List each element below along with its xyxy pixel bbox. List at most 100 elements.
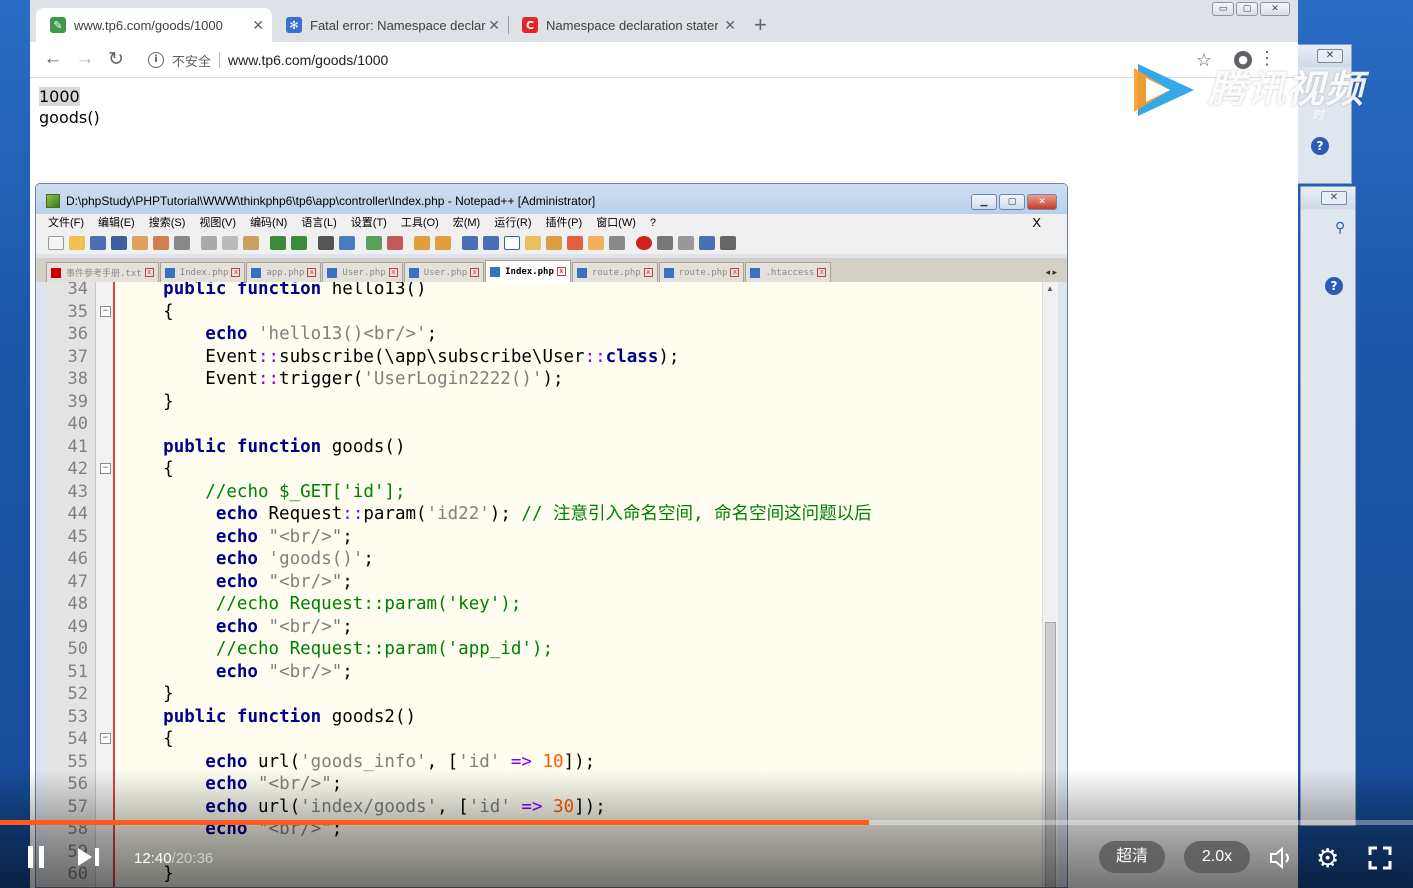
menu-help[interactable]: ? (650, 214, 656, 232)
close-tab-icon[interactable]: ✕ (488, 17, 500, 34)
play-macro-icon[interactable] (678, 236, 694, 250)
close-tab-icon[interactable]: ✕ (252, 17, 264, 34)
close-window-button[interactable]: ✕ (1027, 194, 1057, 210)
close-icon: ✕ (1321, 191, 1347, 205)
zoom-in-icon[interactable] (366, 236, 382, 250)
volume-icon[interactable] (1268, 846, 1296, 875)
menu-edit[interactable]: 编辑(E) (98, 214, 135, 232)
close-tab-icon[interactable]: x (388, 268, 398, 277)
fold-marker-icon[interactable]: − (100, 733, 111, 744)
maximize-button[interactable]: ▢ (999, 194, 1025, 210)
menu-settings[interactable]: 设置(T) (351, 214, 387, 232)
file-tab[interactable]: User.php x (403, 262, 485, 282)
menu-window[interactable]: 窗口(W) (596, 214, 636, 232)
next-button[interactable] (76, 846, 102, 873)
menu-encoding[interactable]: 编码(N) (250, 214, 287, 232)
code-line: 36 echo 'hello13()<br/>'; (46, 323, 1036, 346)
browser-tab[interactable]: ✻ Fatal error: Namespace declar ✕ (272, 8, 509, 42)
info-icon[interactable]: i (148, 52, 164, 68)
menu-search[interactable]: 搜索(S) (149, 214, 186, 232)
close-tab-icon[interactable]: x (817, 268, 827, 277)
paste-icon[interactable] (243, 236, 259, 250)
close-tab-icon[interactable]: ✕ (724, 17, 736, 34)
close-tab-icon[interactable]: x (307, 268, 317, 277)
fullscreen-icon[interactable] (1368, 846, 1392, 875)
forward-button[interactable]: → (73, 48, 97, 70)
menu-macro[interactable]: 宏(M) (453, 214, 481, 232)
cut-icon[interactable] (201, 236, 217, 250)
func-list-icon[interactable] (567, 236, 583, 250)
menu-plugins[interactable]: 插件(P) (546, 214, 583, 232)
file-tab[interactable]: Index.php x (159, 262, 246, 282)
stop-macro-icon[interactable] (657, 236, 673, 250)
word-wrap-icon[interactable] (462, 236, 478, 250)
pause-button[interactable] (28, 846, 44, 868)
file-tab[interactable]: app.php x (246, 262, 322, 282)
new-tab-button[interactable]: + (754, 12, 767, 38)
save-all-icon[interactable] (111, 236, 127, 250)
close-tab-icon[interactable]: x (144, 268, 154, 277)
reload-button[interactable]: ↻ (104, 48, 128, 71)
fold-marker-icon[interactable]: − (100, 305, 111, 317)
fold-marker-icon[interactable]: − (100, 463, 111, 474)
lang-icon[interactable] (525, 236, 541, 250)
file-tab[interactable]: .htaccess x (745, 262, 832, 282)
file-tab-label: route.php (678, 267, 728, 278)
close-tab-icon[interactable]: x (730, 268, 740, 277)
file-tab[interactable]: User.php x (322, 262, 403, 282)
zoom-out-icon[interactable] (387, 236, 403, 250)
sync-h-icon[interactable] (435, 236, 451, 250)
monitor-icon[interactable] (609, 236, 625, 250)
new-file-icon[interactable] (48, 236, 64, 250)
play-multi-icon[interactable] (699, 236, 715, 250)
close-tab-icon[interactable]: x (643, 268, 653, 277)
close-tab-icon[interactable]: x (231, 268, 241, 277)
tab-scroll-arrows[interactable]: ◂ ▸ (1045, 267, 1057, 278)
browser-tab[interactable]: C Namespace declaration staten ✕ (508, 8, 744, 42)
replace-icon[interactable] (339, 236, 355, 250)
file-tab[interactable]: route.php x (658, 262, 745, 282)
file-tab-active[interactable]: Index.php x (485, 260, 571, 282)
find-icon[interactable] (318, 236, 334, 250)
back-button[interactable]: ← (41, 48, 65, 70)
folder-icon[interactable] (588, 236, 604, 250)
close-tab-icon[interactable]: x (470, 268, 480, 277)
save-icon[interactable] (90, 236, 106, 250)
video-progress-bar[interactable] (0, 820, 1413, 825)
scroll-up-arrow[interactable]: ▲ (1046, 284, 1054, 293)
quality-button[interactable]: 超清 (1099, 841, 1165, 873)
menu-language[interactable]: 语言(L) (301, 214, 336, 232)
print-icon[interactable] (174, 236, 190, 250)
maximize-button[interactable]: ▢ (1236, 2, 1258, 16)
address-bar[interactable]: i 不安全 www.tp6.com/goods/1000 (138, 46, 1268, 74)
all-chars-icon[interactable] (483, 236, 499, 250)
code-line: 37 Event::subscribe(\app\subscribe\User:… (46, 346, 1036, 369)
file-tab[interactable]: 事件参考手册.txt x (46, 262, 159, 282)
minimize-button[interactable]: ▁ (971, 194, 997, 210)
close-all-icon[interactable] (153, 236, 169, 250)
line-number: 54 (67, 729, 88, 749)
close-document-icon[interactable]: X (1032, 214, 1041, 232)
sync-v-icon[interactable] (414, 236, 430, 250)
close-window-button[interactable]: ✕ (1260, 2, 1290, 16)
redo-icon[interactable] (291, 236, 307, 250)
menu-run[interactable]: 运行(R) (494, 214, 531, 232)
undo-icon[interactable] (270, 236, 286, 250)
close-file-icon[interactable] (132, 236, 148, 250)
minimize-button[interactable]: ▭ (1212, 2, 1234, 16)
save-macro-icon[interactable] (720, 236, 736, 250)
record-macro-icon[interactable] (636, 236, 652, 250)
browser-tab-active[interactable]: ✎ www.tp6.com/goods/1000 ✕ (36, 8, 272, 42)
speed-button[interactable]: 2.0x (1184, 841, 1250, 873)
open-file-icon[interactable] (69, 236, 85, 250)
close-tab-icon[interactable]: x (556, 267, 566, 276)
file-tab[interactable]: route.php x (571, 262, 658, 282)
menu-view[interactable]: 视图(V) (199, 214, 236, 232)
code-text: { (121, 459, 174, 479)
doc-map-icon[interactable] (546, 236, 562, 250)
menu-tools[interactable]: 工具(O) (401, 214, 439, 232)
menu-file[interactable]: 文件(F) (48, 214, 84, 232)
settings-gear-icon[interactable]: ⚙ (1316, 844, 1339, 872)
copy-icon[interactable] (222, 236, 238, 250)
indent-guide-icon[interactable] (504, 236, 520, 250)
